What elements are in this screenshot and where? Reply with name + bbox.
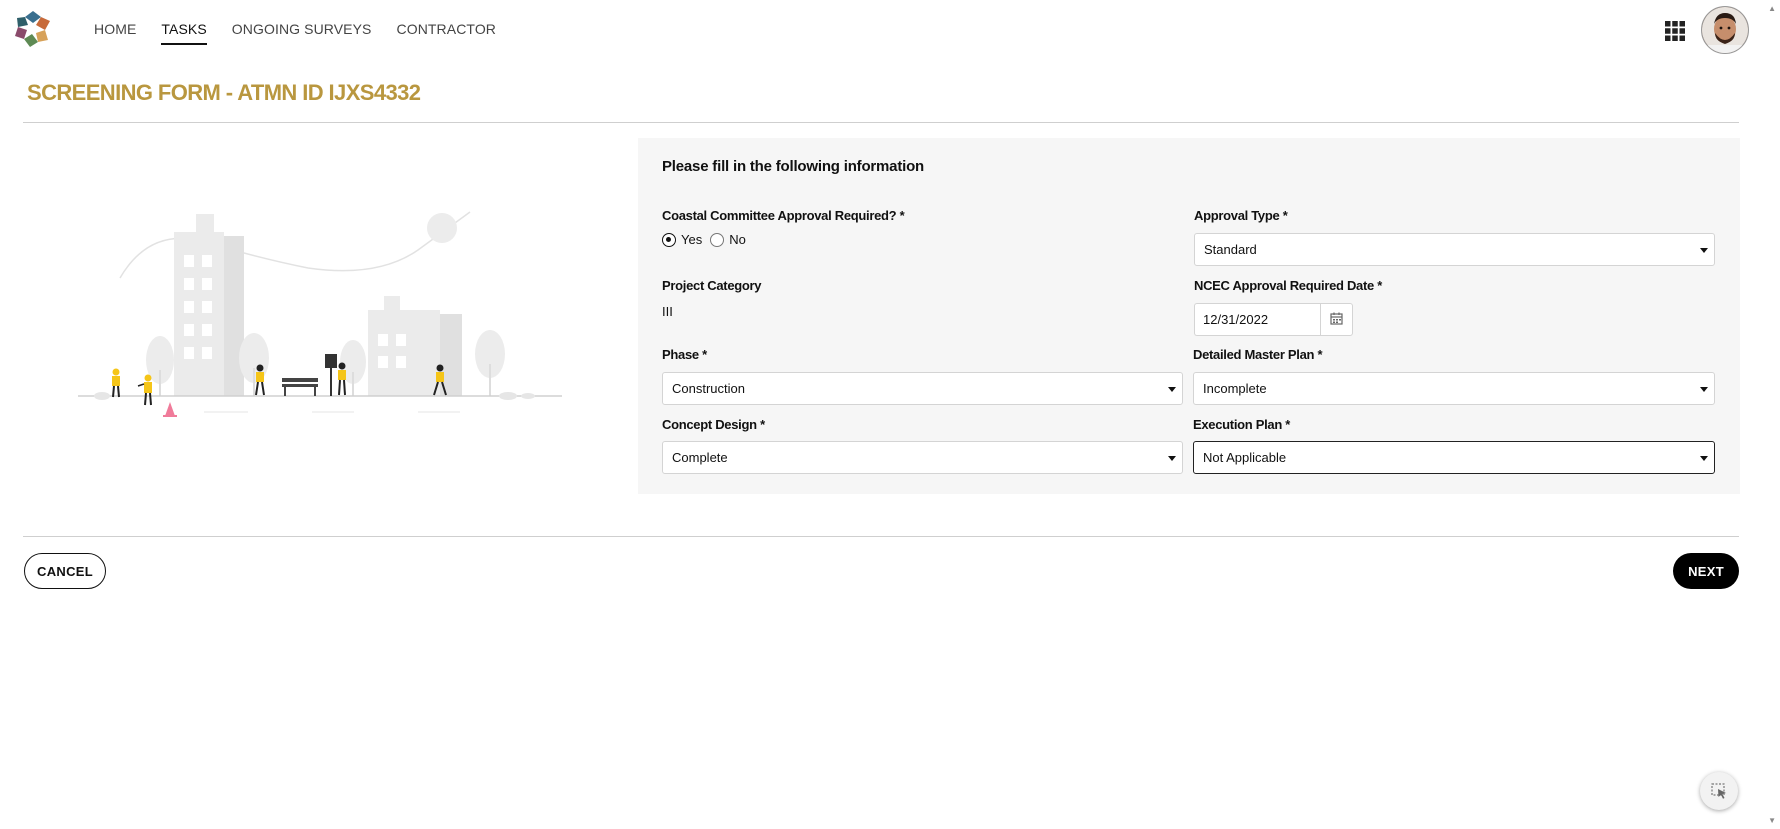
approval-type-select[interactable]: Standard bbox=[1194, 233, 1715, 266]
coastal-no-radio[interactable] bbox=[710, 232, 725, 247]
scroll-up-arrow-icon[interactable]: ▲ bbox=[1768, 4, 1776, 13]
ncec-date-value: 12/31/2022 bbox=[1203, 312, 1269, 327]
cancel-button[interactable]: CANCEL bbox=[24, 553, 106, 589]
scroll-down-arrow-icon[interactable]: ▼ bbox=[1768, 816, 1776, 825]
title-divider bbox=[23, 122, 1739, 123]
execution-plan-select[interactable]: Not Applicable bbox=[1193, 441, 1715, 474]
approval-type-label: Approval Type * bbox=[1194, 208, 1288, 223]
coastal-no-label[interactable]: No bbox=[729, 232, 746, 247]
cursor-select-icon bbox=[1711, 783, 1726, 799]
detailed-master-plan-value: Incomplete bbox=[1203, 381, 1267, 396]
coastal-approval-label: Coastal Committee Approval Required? * bbox=[662, 208, 905, 223]
phase-select[interactable]: Construction bbox=[662, 372, 1183, 405]
page-title: SCREENING FORM - ATMN ID IJXS4332 bbox=[27, 80, 421, 105]
coastal-yes-label[interactable]: Yes bbox=[681, 232, 702, 247]
apps-grid-icon[interactable] bbox=[1664, 20, 1686, 42]
ncec-date-label: NCEC Approval Required Date * bbox=[1194, 278, 1383, 293]
caret-down-icon bbox=[1168, 387, 1176, 392]
concept-design-label: Concept Design * bbox=[662, 417, 765, 432]
coastal-approval-radio-group: Yes No bbox=[662, 232, 754, 247]
nav-ongoing-surveys[interactable]: ONGOING SURVEYS bbox=[232, 21, 372, 43]
caret-down-icon bbox=[1700, 456, 1708, 461]
user-avatar[interactable] bbox=[1701, 6, 1749, 54]
calendar-icon bbox=[1330, 312, 1343, 325]
nav-home[interactable]: HOME bbox=[94, 21, 136, 43]
app-header: HOME TASKS ONGOING SURVEYS CONTRACTOR bbox=[0, 0, 1760, 58]
caret-down-icon bbox=[1168, 456, 1176, 461]
nav-contractor[interactable]: CONTRACTOR bbox=[397, 21, 497, 43]
phase-label: Phase * bbox=[662, 347, 707, 362]
caret-down-icon bbox=[1700, 387, 1708, 392]
ncec-date-input[interactable]: 12/31/2022 bbox=[1194, 303, 1320, 336]
main-nav: HOME TASKS ONGOING SURVEYS CONTRACTOR bbox=[94, 21, 521, 45]
execution-plan-value: Not Applicable bbox=[1203, 450, 1287, 465]
nav-tasks[interactable]: TASKS bbox=[161, 21, 208, 45]
next-button[interactable]: NEXT bbox=[1673, 553, 1739, 589]
city-construction-illustration bbox=[78, 211, 562, 417]
project-category-value: III bbox=[662, 304, 673, 319]
company-logo[interactable] bbox=[12, 9, 54, 49]
coastal-no-option[interactable]: No bbox=[710, 232, 746, 247]
actions-divider bbox=[23, 536, 1739, 537]
project-category-label: Project Category bbox=[662, 278, 762, 293]
calendar-button[interactable] bbox=[1320, 303, 1353, 336]
form-heading: Please fill in the following information bbox=[662, 158, 925, 175]
execution-plan-label: Execution Plan * bbox=[1193, 417, 1291, 432]
concept-design-select[interactable]: Complete bbox=[662, 441, 1183, 474]
caret-down-icon bbox=[1700, 248, 1708, 253]
cursor-helper-button[interactable] bbox=[1700, 772, 1738, 810]
coastal-yes-option[interactable]: Yes bbox=[662, 232, 702, 247]
screening-form-panel: Please fill in the following information… bbox=[638, 138, 1740, 494]
approval-type-value: Standard bbox=[1204, 242, 1257, 257]
coastal-yes-radio[interactable] bbox=[662, 232, 676, 247]
concept-design-value: Complete bbox=[672, 450, 728, 465]
detailed-master-plan-label: Detailed Master Plan * bbox=[1193, 347, 1323, 362]
phase-value: Construction bbox=[672, 381, 745, 396]
detailed-master-plan-select[interactable]: Incomplete bbox=[1193, 372, 1715, 405]
page-scrollbar[interactable]: ▲ ▼ bbox=[1763, 0, 1780, 829]
